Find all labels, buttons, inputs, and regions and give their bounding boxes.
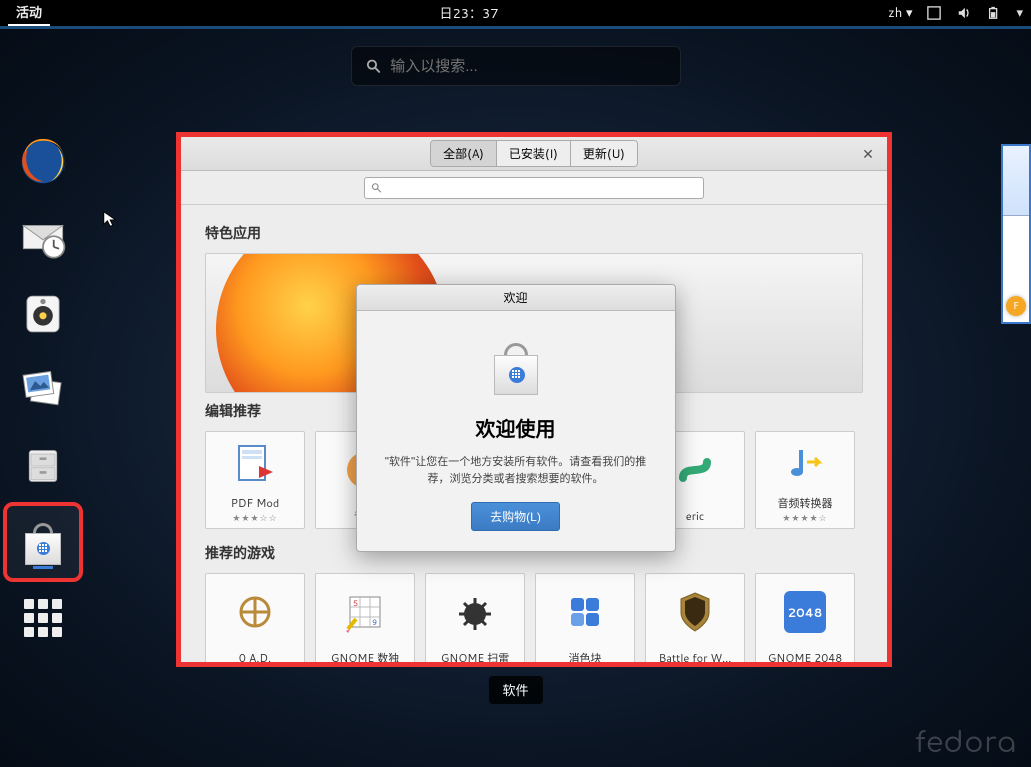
app-card[interactable]: Battle for W… bbox=[645, 573, 745, 662]
app-label: GNOME 2048 bbox=[759, 650, 851, 662]
side-preview-badge: F bbox=[1006, 296, 1026, 316]
photos-icon bbox=[17, 364, 69, 416]
section-featured-title: 特色应用 bbox=[205, 223, 863, 243]
dock bbox=[4, 126, 82, 654]
file-cabinet-icon bbox=[19, 442, 67, 490]
app-card[interactable]: 消色块 bbox=[535, 573, 635, 662]
apps-grid-icon bbox=[24, 599, 62, 637]
software-search-row bbox=[181, 171, 887, 205]
input-lang[interactable]: zh ▾ bbox=[888, 4, 913, 22]
sudoku-icon: 59 bbox=[344, 591, 386, 633]
overview-indicator bbox=[0, 26, 1031, 29]
window-preview-side[interactable]: F bbox=[1001, 144, 1031, 324]
app-label: 音频转换器 bbox=[759, 495, 851, 511]
mail-clock-icon bbox=[18, 213, 68, 263]
tab-updates[interactable]: 更新(U) bbox=[571, 141, 637, 166]
desktop-overview: F 全部(A) 已安装(I) 更新(U) ✕ 特色应用 编辑推荐 bbox=[0, 26, 1031, 767]
firefox-icon bbox=[16, 135, 70, 189]
welcome-text: "软件"让您在一个地方安装所有软件。请查看我们的推荐，浏览分类或者搜索想要的软件… bbox=[381, 453, 651, 486]
app-stars: ★★★★☆ bbox=[782, 511, 827, 524]
app-card[interactable]: PDF Mod ★★★☆☆ bbox=[205, 431, 305, 529]
mine-icon bbox=[455, 592, 495, 632]
accessibility-icon[interactable] bbox=[926, 5, 942, 21]
app-card[interactable]: 音频转换器 ★★★★☆ bbox=[755, 431, 855, 529]
software-bag-icon bbox=[486, 337, 546, 397]
app-card[interactable]: 0 A.D. bbox=[205, 573, 305, 662]
shield-circle-icon bbox=[235, 592, 275, 632]
snake-icon bbox=[673, 448, 717, 492]
dock-item-apps-grid[interactable] bbox=[7, 582, 79, 654]
tab-installed[interactable]: 已安装(I) bbox=[497, 141, 571, 166]
recommended-games-row: 0 A.D. 59 GNOME 数独 GNOME 扫雷 消色块 Battle f… bbox=[205, 573, 863, 662]
dock-item-software[interactable] bbox=[7, 506, 79, 578]
svg-text:9: 9 bbox=[372, 616, 377, 628]
wesnoth-shield-icon bbox=[675, 589, 715, 635]
app-card[interactable]: 2048 GNOME 2048 bbox=[755, 573, 855, 662]
clock[interactable]: 日23：37 bbox=[439, 3, 498, 23]
go-shopping-button[interactable]: 去购物(L) bbox=[471, 502, 560, 531]
activities-button[interactable]: 活动 bbox=[8, 0, 50, 26]
search-icon bbox=[366, 58, 381, 74]
tile-2048-icon: 2048 bbox=[784, 591, 826, 633]
app-label: GNOME 数独 bbox=[319, 650, 411, 662]
dock-item-rhythmbox[interactable] bbox=[7, 278, 79, 350]
app-label: Battle for W… bbox=[649, 650, 741, 662]
software-search-input[interactable] bbox=[388, 181, 697, 195]
close-icon: ✕ bbox=[862, 144, 874, 164]
app-label: 0 A.D. bbox=[209, 650, 301, 662]
blocks-icon bbox=[565, 592, 605, 632]
audio-convert-icon bbox=[783, 442, 827, 486]
welcome-dialog: 欢迎 欢迎使用 "软件"让您在一个地方安装所有软件。请查看我们的推荐，浏览分类或… bbox=[356, 284, 676, 552]
chevron-down-icon: ▾ bbox=[906, 4, 913, 22]
tab-all[interactable]: 全部(A) bbox=[431, 141, 497, 166]
close-button[interactable]: ✕ bbox=[857, 143, 879, 165]
app-card[interactable]: 59 GNOME 数独 bbox=[315, 573, 415, 662]
dock-item-evolution[interactable] bbox=[7, 202, 79, 274]
volume-icon[interactable] bbox=[956, 5, 972, 21]
cursor-icon bbox=[102, 210, 120, 228]
overview-search[interactable] bbox=[351, 46, 681, 86]
svg-text:5: 5 bbox=[353, 597, 358, 609]
top-panel: 活动 日23：37 zh ▾ ▾ bbox=[0, 0, 1031, 26]
app-stars: ★★★☆☆ bbox=[232, 511, 277, 524]
app-card[interactable]: GNOME 扫雷 bbox=[425, 573, 525, 662]
battery-icon[interactable] bbox=[986, 5, 1002, 21]
app-label: 消色块 bbox=[539, 650, 631, 662]
welcome-heading: 欢迎使用 bbox=[476, 413, 556, 443]
welcome-titlebar: 欢迎 bbox=[357, 285, 675, 311]
software-search[interactable] bbox=[364, 177, 704, 199]
dock-item-firefox[interactable] bbox=[7, 126, 79, 198]
overview-search-input[interactable] bbox=[390, 58, 665, 75]
dock-item-files[interactable] bbox=[7, 430, 79, 502]
software-headerbar: 全部(A) 已安装(I) 更新(U) ✕ bbox=[181, 137, 887, 171]
view-switcher: 全部(A) 已安装(I) 更新(U) bbox=[430, 140, 638, 167]
system-menu-chevron-icon[interactable]: ▾ bbox=[1016, 4, 1023, 22]
search-icon bbox=[371, 182, 382, 194]
window-tooltip: 软件 bbox=[488, 676, 542, 704]
dock-item-shotwell[interactable] bbox=[7, 354, 79, 426]
fedora-watermark: fedora bbox=[915, 727, 1017, 759]
speaker-icon bbox=[18, 289, 68, 339]
app-label: PDF Mod bbox=[209, 495, 301, 511]
software-bag-icon bbox=[20, 519, 66, 565]
pdf-icon bbox=[233, 442, 277, 486]
app-label: GNOME 扫雷 bbox=[429, 650, 521, 662]
